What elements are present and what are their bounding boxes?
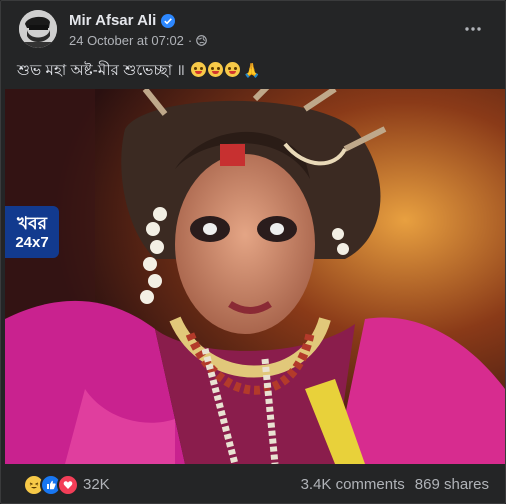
- post-header: Mir Afsar Ali 24 October at 07:02 ·: [17, 9, 493, 49]
- more-options-button[interactable]: [459, 15, 487, 43]
- avatar-image: [19, 10, 57, 48]
- grinning-squinting-tongue-emoji-icon: [191, 62, 207, 77]
- folded-hands-emoji-icon: 🙏: [243, 62, 261, 78]
- dancer-photo: [5, 89, 505, 464]
- more-horizontal-icon: [465, 27, 481, 31]
- logo-line1: খবর: [17, 213, 47, 233]
- avatar[interactable]: [19, 10, 57, 48]
- post-caption: শুভ মহা অষ্ট-মীর শুভেচ্ছা ॥ 🙏: [17, 59, 261, 84]
- meta-separator: ·: [187, 33, 193, 48]
- engagement-stats: 3.4K comments 869 shares: [301, 476, 489, 493]
- grinning-squinting-tongue-emoji-icon: [225, 62, 241, 77]
- channel-logo: খবর 24x7: [5, 206, 59, 258]
- reaction-icons[interactable]: [23, 474, 79, 496]
- logo-line2: 24x7: [15, 233, 49, 251]
- comments-count[interactable]: 3.4K comments: [301, 476, 405, 493]
- reaction-count[interactable]: 32K: [83, 476, 110, 493]
- post-footer: 32K 3.4K comments 869 shares: [17, 471, 489, 501]
- author-row: Mir Afsar Ali: [69, 12, 176, 29]
- post-timestamp[interactable]: 24 October at 07:02: [69, 33, 184, 48]
- verified-badge-icon: [161, 13, 176, 28]
- love-icon: [57, 474, 79, 496]
- post-card: Mir Afsar Ali 24 October at 07:02 · শুভ …: [0, 0, 506, 504]
- shares-count[interactable]: 869 shares: [415, 476, 489, 493]
- grinning-squinting-tongue-emoji-icon: [208, 62, 224, 77]
- globe-icon: [196, 35, 208, 46]
- post-meta: 24 October at 07:02 ·: [69, 33, 208, 48]
- author-name[interactable]: Mir Afsar Ali: [69, 12, 156, 29]
- caption-text: শুভ মহা অষ্ট-মীর শুভেচ্ছা ॥: [17, 62, 186, 79]
- post-photo[interactable]: খবর 24x7: [5, 89, 505, 464]
